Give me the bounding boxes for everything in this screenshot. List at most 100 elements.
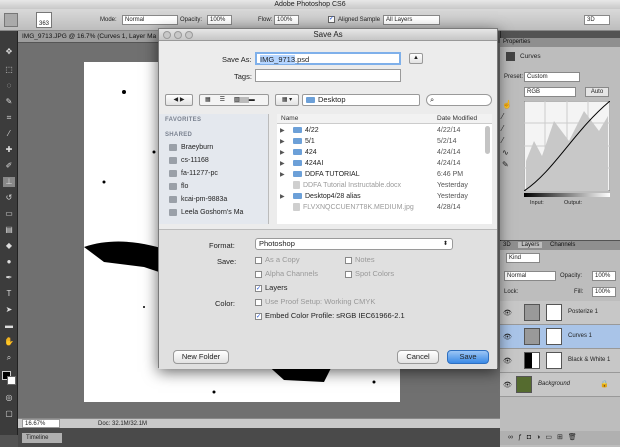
opacity-input[interactable]: 100%: [207, 15, 232, 25]
arrange-button[interactable]: ▦ ▾: [275, 94, 299, 106]
add-mask-icon[interactable]: ◘: [527, 434, 536, 441]
pen-tool-icon[interactable]: ✒: [3, 273, 15, 283]
curves-graph[interactable]: [524, 101, 610, 191]
disclosure-triangle-icon[interactable]: ▶: [280, 170, 285, 180]
link-layers-icon[interactable]: ∞: [508, 434, 518, 441]
disclosure-triangle-icon[interactable]: ▶: [280, 137, 285, 147]
tool-preset-icon[interactable]: [4, 13, 18, 27]
list-item[interactable]: DDFA Tutorial Instructable.docx Yesterday: [277, 181, 492, 191]
list-view-icon[interactable]: ☰: [220, 97, 234, 103]
layer-row-curves[interactable]: 👁 Curves 1: [500, 325, 620, 349]
list-item[interactable]: ▶ 4/22 4/22/14: [277, 126, 492, 136]
zoom-icon[interactable]: [185, 31, 193, 39]
location-select[interactable]: Desktop: [302, 94, 420, 106]
layers-checkbox[interactable]: ✓ Layers: [255, 282, 288, 294]
trash-icon[interactable]: 🗑: [568, 434, 582, 441]
tab-channels[interactable]: Channels: [550, 242, 575, 248]
back-forward-buttons[interactable]: ◀ ▶: [165, 94, 193, 106]
marquee-tool-icon[interactable]: ⬚: [3, 65, 15, 75]
zoom-tool-icon[interactable]: ⌕: [3, 353, 15, 363]
properties-tab[interactable]: Properties: [500, 38, 620, 47]
close-icon[interactable]: [163, 31, 171, 39]
crop-tool-icon[interactable]: ⌗: [3, 113, 15, 123]
fx-icon[interactable]: ƒ: [518, 434, 527, 441]
brush-size-box[interactable]: 363: [36, 12, 52, 28]
layer-opacity-input[interactable]: 100%: [592, 271, 616, 281]
format-select[interactable]: Photoshop ⬍: [255, 238, 453, 250]
sidebar-item[interactable]: kcai-pm-9883a: [169, 194, 227, 205]
document-tab[interactable]: IMG_9713.JPG @ 16.7% (Curves 1, Layer Ma: [18, 31, 158, 43]
aligned-checkbox[interactable]: ✓: [328, 16, 335, 23]
new-layer-icon[interactable]: ⊞: [557, 434, 568, 441]
healing-tool-icon[interactable]: ✚: [3, 145, 15, 155]
file-list-scrollbar[interactable]: [485, 126, 490, 154]
filename-input[interactable]: IMG_9713.psd: [255, 52, 401, 65]
history-brush-tool-icon[interactable]: ↺: [3, 193, 15, 203]
sidebar-item[interactable]: flo: [169, 181, 188, 192]
curve-point-icon[interactable]: ∿: [502, 148, 516, 160]
quick-select-tool-icon[interactable]: ✎: [3, 97, 15, 107]
notes-checkbox[interactable]: Notes: [345, 254, 375, 266]
sidebar-item[interactable]: cs-11168: [169, 155, 209, 166]
layer-row-black-white[interactable]: 👁 Black & White 1: [500, 349, 620, 373]
alpha-channels-checkbox[interactable]: Alpha Channels: [255, 268, 318, 280]
lasso-tool-icon[interactable]: ◌: [3, 81, 15, 91]
gray-point-eyedropper-icon[interactable]: ⁄: [502, 124, 516, 136]
move-tool-icon[interactable]: ✥: [3, 47, 15, 57]
column-view-icon[interactable]: ▥: [234, 97, 249, 103]
shape-tool-icon[interactable]: ▬: [3, 321, 15, 331]
dodge-tool-icon[interactable]: ●: [3, 257, 15, 267]
spot-colors-checkbox[interactable]: Spot Colors: [345, 268, 394, 280]
new-group-icon[interactable]: ▭: [545, 434, 557, 441]
auto-button[interactable]: Auto: [585, 87, 609, 97]
disclosure-triangle-icon[interactable]: ▶: [280, 126, 285, 136]
icon-view-icon[interactable]: ▦: [205, 97, 220, 103]
flow-input[interactable]: 100%: [274, 15, 299, 25]
visibility-eye-icon[interactable]: 👁: [503, 357, 512, 365]
type-tool-icon[interactable]: T: [3, 289, 15, 299]
tab-3d[interactable]: 3D: [503, 242, 511, 248]
list-item[interactable]: ▶ Desktop4/28 alias Yesterday: [277, 192, 492, 202]
expand-button[interactable]: ▲: [409, 53, 423, 64]
disclosure-triangle-icon[interactable]: ▶: [280, 159, 285, 169]
screen-mode-icon[interactable]: ▢: [3, 409, 15, 419]
column-date-header[interactable]: Date Modified: [437, 114, 477, 124]
hand-tool-icon[interactable]: ✋: [3, 337, 15, 347]
layer-row-posterize[interactable]: 👁 Posterize 1: [500, 301, 620, 325]
list-item[interactable]: ▶ 5/1 5/2/14: [277, 137, 492, 147]
tab-layers[interactable]: Layers: [518, 242, 543, 248]
clone-stamp-tool-icon[interactable]: ⊥: [3, 177, 15, 187]
brush-tool-icon[interactable]: ✐: [3, 161, 15, 171]
gradient-tool-icon[interactable]: ▤: [3, 225, 15, 235]
as-copy-checkbox[interactable]: As a Copy: [255, 254, 300, 266]
column-name-header[interactable]: Name: [281, 114, 298, 124]
workspace-select[interactable]: 3D: [584, 15, 610, 25]
white-point-eyedropper-icon[interactable]: ⁄: [502, 136, 516, 148]
eyedropper-tool-icon[interactable]: ⁄: [3, 129, 15, 139]
quick-mask-icon[interactable]: ◎: [3, 393, 15, 403]
zoom-field[interactable]: 16.67%: [22, 419, 60, 428]
embed-profile-checkbox[interactable]: ✓ Embed Color Profile: sRGB IEC61966-2.1: [255, 310, 405, 322]
visibility-eye-icon[interactable]: 👁: [503, 309, 512, 317]
channel-select[interactable]: RGB: [524, 87, 576, 97]
search-field[interactable]: ⌕: [426, 94, 492, 106]
preset-select[interactable]: Custom: [524, 72, 580, 82]
proof-setup-checkbox[interactable]: Use Proof Setup: Working CMYK: [255, 296, 375, 308]
coverflow-view-icon[interactable]: ▬: [249, 97, 264, 103]
new-folder-button[interactable]: New Folder: [173, 350, 229, 364]
black-point-eyedropper-icon[interactable]: ⁄: [502, 112, 516, 124]
list-item[interactable]: FLVXNQCCUEN7T8K.MEDIUM.jpg 4/28/14: [277, 203, 492, 213]
visibility-eye-icon[interactable]: 👁: [503, 333, 512, 341]
background-color-swatch[interactable]: [7, 376, 16, 385]
eraser-tool-icon[interactable]: ▭: [3, 209, 15, 219]
new-adjustment-icon[interactable]: ◑: [536, 434, 545, 441]
cancel-button[interactable]: Cancel: [397, 350, 439, 364]
timeline-tab[interactable]: Timeline: [22, 433, 62, 443]
tags-input[interactable]: [255, 69, 401, 82]
visibility-eye-icon[interactable]: 👁: [503, 381, 512, 389]
on-image-adjust-icon[interactable]: ☝: [502, 100, 516, 112]
minimize-icon[interactable]: [174, 31, 182, 39]
blend-mode-select[interactable]: Normal: [504, 271, 556, 281]
kind-filter[interactable]: Kind: [506, 253, 540, 263]
fill-input[interactable]: 100%: [592, 287, 616, 297]
